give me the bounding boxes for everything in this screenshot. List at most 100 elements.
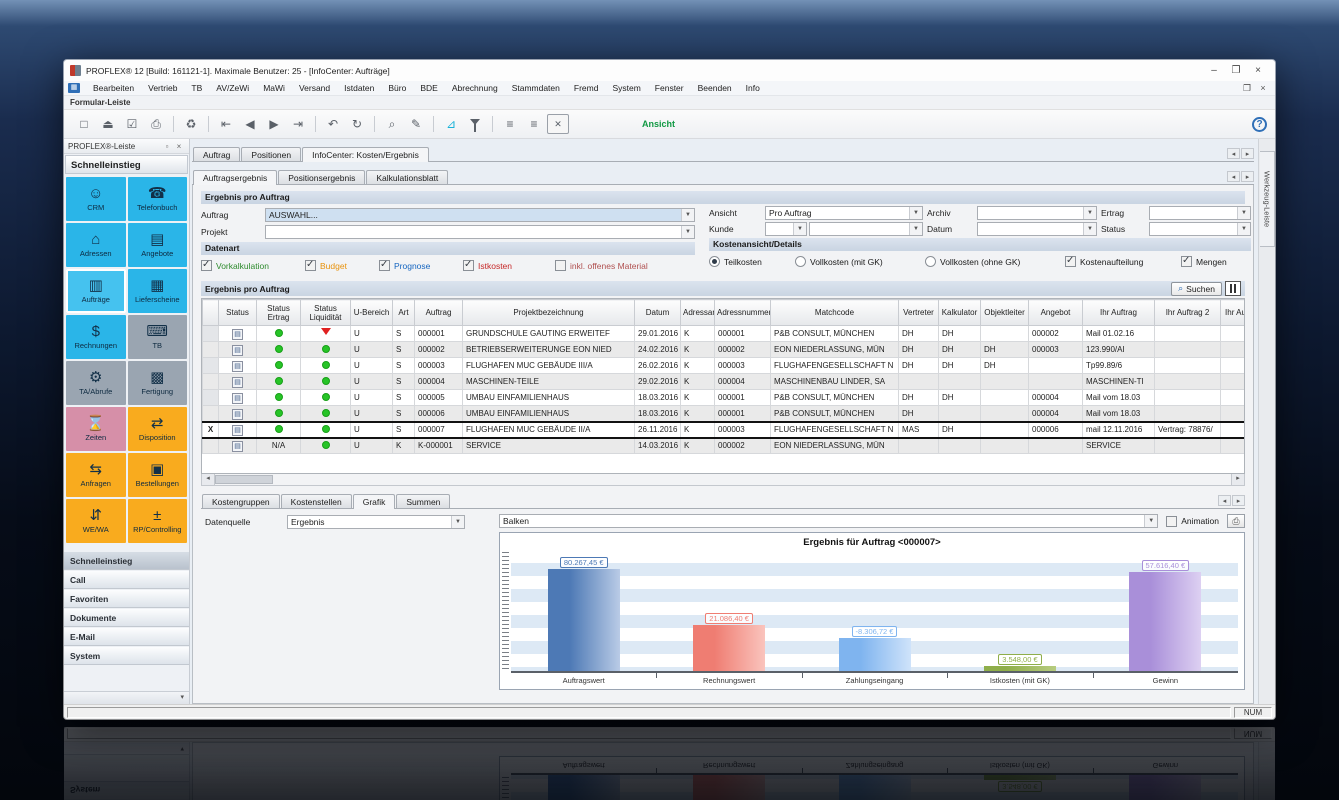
menu-item-fenster[interactable]: Fenster (648, 83, 691, 93)
sidebar-tile-auftr-ge[interactable]: ▥ Aufträge (66, 269, 126, 313)
subtab-positionsergebnis[interactable]: Positionsergebnis (278, 170, 366, 184)
column-header-projektbezeichnung[interactable]: Projektbezeichnung (462, 299, 635, 326)
column-header-status[interactable]: Status (218, 299, 257, 326)
kunde-number-select[interactable]: ▼ (765, 222, 807, 236)
tab-scroll-right-icon[interactable]: ▸ (1241, 171, 1254, 182)
column-header-u-bereich[interactable]: U-Bereich (350, 299, 393, 326)
radio-teilkosten[interactable] (709, 256, 720, 267)
projekt-select[interactable]: ▼ (265, 225, 695, 239)
row-detail-icon[interactable]: ▤ (232, 345, 243, 356)
chevron-down-icon[interactable]: ▼ (909, 207, 922, 219)
column-header-auftrag[interactable]: Auftrag (414, 299, 463, 326)
table-row[interactable]: ▤ U S 000005 UMBAU EINFAMILIENHAUS 18.03.2016… (202, 389, 1244, 406)
werkzeug-leiste-tab[interactable]: Werkzeug-Leiste (1260, 151, 1275, 247)
minimize-button[interactable]: – (1203, 65, 1225, 76)
bottomtab-kostengruppen[interactable]: Kostengruppen (202, 494, 280, 508)
row-detail-icon[interactable]: ▤ (232, 377, 243, 388)
menu-item-fremd[interactable]: Fremd (567, 83, 606, 93)
maximize-button[interactable]: ❐ (1225, 65, 1247, 76)
sidebar-tile-ta-abrufe[interactable]: ⚙ TA/Abrufe (66, 361, 126, 405)
menu-item-stammdaten[interactable]: Stammdaten (505, 83, 567, 93)
column-header-ihr-auftrag[interactable]: Ihr Auftrag (1082, 299, 1155, 326)
row-selector-cell[interactable] (202, 437, 219, 454)
refresh-icon[interactable]: ↻ (346, 114, 368, 134)
kunde-name-select[interactable]: ▼ (809, 222, 923, 236)
filter-delta-icon[interactable]: ⊿ (440, 114, 462, 134)
chevron-down-icon[interactable]: ▼ (1237, 207, 1250, 219)
align-lines-icon[interactable]: ≡ (499, 114, 521, 134)
row-detail-icon[interactable]: ▤ (232, 361, 243, 372)
radio-option-vollkosten-ohne-gk[interactable]: Vollkosten (ohne GK) (925, 256, 1065, 267)
sidebar-tile-angebote[interactable]: ▤ Angebote (127, 223, 187, 267)
sidebar-close-icon[interactable]: × (173, 142, 185, 151)
checkbox-inkl-offenes-material[interactable] (555, 260, 566, 271)
mdi-close-icon[interactable]: × (1255, 83, 1271, 93)
menu-item-bearbeiten[interactable]: Bearbeiten (86, 83, 141, 93)
menu-item-abrechnung[interactable]: Abrechnung (445, 83, 505, 93)
animation-checkbox[interactable] (1166, 515, 1178, 527)
column-header-adressnummer[interactable]: Adressnummer (714, 299, 771, 326)
chevron-down-icon[interactable]: ▼ (1083, 223, 1096, 235)
column-header-vertreter[interactable]: Vertreter (898, 299, 939, 326)
archiv-select[interactable]: ▼ (977, 206, 1097, 220)
row-detail-icon[interactable]: ▤ (232, 408, 243, 420)
exit-form-icon[interactable]: ✕ (547, 114, 569, 134)
tab-positionen[interactable]: Positionen (241, 147, 302, 161)
tab-scroll-left-icon[interactable]: ◂ (1227, 171, 1240, 182)
sidebar-tile-rp-controlling[interactable]: ± RP/Controlling (127, 499, 187, 543)
sidebar-tile-telefonbuch[interactable]: ☎ Telefonbuch (127, 177, 187, 221)
row-selector-cell[interactable] (202, 405, 219, 422)
table-row[interactable]: ▤ U S 000004 MASCHINEN-TEILE 29.02.2016 K 00000… (202, 373, 1244, 390)
sidebar-item-schnelleinstieg[interactable]: Schnelleinstieg (64, 551, 189, 570)
sidebar-item-call[interactable]: Call (64, 570, 189, 589)
table-row[interactable]: ▤ U S 000001 GRUNDSCHULE GAUTING ERWEITEF 29.… (202, 325, 1244, 342)
new-document-icon[interactable]: □ (73, 114, 95, 134)
sidebar-tile-zeiten[interactable]: ⌛ Zeiten (66, 407, 126, 451)
column-header-art[interactable]: Art (392, 299, 415, 326)
schnelleinstieg-header[interactable]: Schnelleinstieg (65, 155, 188, 174)
sidebar-tile-anfragen[interactable]: ⇆ Anfragen (66, 453, 126, 497)
check-option-kostenaufteilung[interactable]: Kostenaufteilung (1065, 255, 1181, 267)
charttype-select[interactable]: Balken ▼ (499, 514, 1159, 528)
row-detail-icon[interactable]: ▤ (232, 393, 243, 404)
pin-icon[interactable]: ▫ (161, 142, 173, 151)
menu-item-info[interactable]: Info (739, 83, 767, 93)
menu-item-mawi[interactable]: MaWi (256, 83, 292, 93)
delete-icon[interactable]: ♻ (180, 114, 202, 134)
column-header-status-liquidit-t[interactable]: Status Liquidität (300, 299, 351, 326)
menu-item-bde[interactable]: BDE (413, 83, 444, 93)
checkbox-prognose[interactable] (379, 259, 390, 271)
tab-scroll-right-icon[interactable]: ▸ (1241, 148, 1254, 159)
bottomtab-summen[interactable]: Summen (396, 494, 451, 508)
check-option-vorkalkulation[interactable]: Vorkalkulation (201, 259, 305, 271)
row-detail-icon[interactable]: ▤ (232, 441, 243, 453)
align-lines2-icon[interactable]: ≡ (523, 114, 545, 134)
checkbox-mengen[interactable] (1181, 255, 1192, 267)
last-record-icon[interactable]: ⇥ (287, 114, 309, 134)
close-button[interactable]: × (1247, 65, 1269, 76)
system-menu-icon[interactable]: ▦ (68, 83, 80, 93)
scroll-right-icon[interactable]: ▸ (1231, 474, 1244, 485)
bottomtab-kostenstellen[interactable]: Kostenstellen (280, 494, 352, 508)
menu-item-b-ro[interactable]: Büro (381, 83, 413, 93)
sidebar-tile-adressen[interactable]: ⌂ Adressen (66, 223, 126, 267)
tab-infocenter-kosten-ergebnis[interactable]: InfoCenter: Kosten/Ergebnis (302, 147, 429, 162)
column-header-objektleiter[interactable]: Objektleiter (980, 299, 1029, 326)
status-select[interactable]: ▼ (1149, 222, 1251, 236)
checkbox-kostenaufteilung[interactable] (1065, 255, 1076, 267)
sidebar-item-favoriten[interactable]: Favoriten (64, 589, 189, 608)
column-header-datum[interactable]: Datum (634, 299, 681, 326)
auftrag-select[interactable]: AUSWAHL... ▼ (265, 208, 695, 222)
row-selector-cell[interactable]: X (202, 420, 219, 439)
chevron-down-icon[interactable]: ▼ (1083, 207, 1096, 219)
row-selector-cell[interactable] (202, 325, 219, 342)
chart-print-icon[interactable]: ⎙ (1227, 514, 1245, 528)
tab-scroll-left-icon[interactable]: ◂ (1218, 495, 1231, 506)
datum-select[interactable]: ▼ (977, 222, 1097, 236)
sidebar-item-system[interactable]: System (64, 646, 189, 665)
sidebar-tile-disposition[interactable]: ⇄ Disposition (127, 407, 187, 451)
menu-item-vertrieb[interactable]: Vertrieb (141, 83, 184, 93)
column-header-ihr-auftrag-2[interactable]: Ihr Auftrag 2 (1154, 299, 1221, 326)
sidebar-tile-rechnungen[interactable]: $ Rechnungen (66, 315, 126, 359)
menu-item-system[interactable]: System (605, 83, 647, 93)
